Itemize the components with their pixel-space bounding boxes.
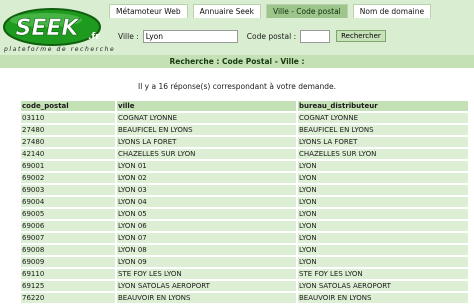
cell-ville: STE FOY LES LYON xyxy=(115,269,296,279)
logo-suffix: .fr xyxy=(88,32,100,42)
table-row: 69002 LYON 02 LYON xyxy=(21,173,468,183)
cell-code-postal: 69002 xyxy=(21,173,115,183)
logo-tagline: plateforme de recherche xyxy=(4,46,116,53)
table-row: 69003 LYON 03 LYON xyxy=(21,185,468,195)
page-subtitle: Recherche : Code Postal - Ville : xyxy=(0,55,474,68)
tab-nom-de-domaine[interactable]: Nom de domaine xyxy=(352,4,432,18)
cell-ville: LYON 01 xyxy=(115,161,296,171)
cell-bureau-distributeur: LYON xyxy=(296,197,468,207)
table-row: 69110 STE FOY LES LYON STE FOY LES LYON xyxy=(21,269,468,279)
table-row: 42140 CHAZELLES SUR LYON CHAZELLES SUR LYO… xyxy=(21,149,468,159)
cell-bureau-distributeur: LYON SATOLAS AEROPORT xyxy=(296,281,468,291)
cell-code-postal: 42140 xyxy=(21,149,115,159)
cell-bureau-distributeur: LYON xyxy=(296,221,468,231)
cell-bureau-distributeur: COGNAT LYONNE xyxy=(296,113,468,123)
table-row: 69007 LYON 07 LYON xyxy=(21,233,468,243)
search-form: Ville : Code postal : Rechercher xyxy=(118,29,386,43)
cell-bureau-distributeur: LYON xyxy=(296,185,468,195)
cell-bureau-distributeur: LYON xyxy=(296,209,468,219)
cell-ville: LYON 05 xyxy=(115,209,296,219)
result-count: Il y a 16 réponse(s) correspondant à vot… xyxy=(137,82,336,91)
table-row: 69001 LYON 01 LYON xyxy=(21,161,468,171)
zip-label: Code postal : xyxy=(246,31,297,41)
cell-ville: LYON 08 xyxy=(115,245,296,255)
tab-bar: Métamoteur Web Annuaire Seek Ville - Code … xyxy=(109,4,436,18)
cell-ville: BEAUVOIR EN LYONS xyxy=(115,293,296,303)
cell-bureau-distributeur: LYON xyxy=(296,245,468,255)
cell-code-postal: 27480 xyxy=(21,125,115,135)
cell-ville: LYON 04 xyxy=(115,197,296,207)
cell-code-postal: 69007 xyxy=(21,233,115,243)
city-input[interactable] xyxy=(142,29,238,43)
cell-code-postal: 76220 xyxy=(21,293,115,303)
tab-annuaire-seek[interactable]: Annuaire Seek xyxy=(192,4,261,18)
results-table: code_postal ville bureau_distributeur 03… xyxy=(21,99,468,305)
header: SEEK .fr plateforme de recherche Métamot… xyxy=(0,0,474,63)
tab-ville-code-postal[interactable]: Ville - Code postal xyxy=(265,4,348,18)
column-header-ville: ville xyxy=(115,101,296,111)
cell-code-postal: 03110 xyxy=(21,113,115,123)
cell-code-postal: 69003 xyxy=(21,185,115,195)
cell-ville: COGNAT LYONNE xyxy=(115,113,296,123)
cell-code-postal: 69009 xyxy=(21,257,115,267)
cell-bureau-distributeur: CHAZELLES SUR LYON xyxy=(296,149,468,159)
cell-code-postal: 69125 xyxy=(21,281,115,291)
cell-ville: LYON 09 xyxy=(115,257,296,267)
cell-bureau-distributeur: LYONS LA FORET xyxy=(296,137,468,147)
table-row: 69005 LYON 05 LYON xyxy=(21,209,468,219)
cell-code-postal: 27480 xyxy=(21,137,115,147)
seek-logo[interactable]: SEEK .fr xyxy=(2,6,112,50)
table-row: 69006 LYON 06 LYON xyxy=(21,221,468,231)
table-header-row: code_postal ville bureau_distributeur xyxy=(21,101,468,111)
table-row: 27480 LYONS LA FORET LYONS LA FORET xyxy=(21,137,468,147)
cell-code-postal: 69008 xyxy=(21,245,115,255)
cell-bureau-distributeur: LYON xyxy=(296,173,468,183)
table-row: 69125 LYON SATOLAS AEROPORT LYON SATOLAS A… xyxy=(21,281,468,291)
table-row: 69009 LYON 09 LYON xyxy=(21,257,468,267)
cell-code-postal: 69110 xyxy=(21,269,115,279)
cell-ville: LYON 03 xyxy=(115,185,296,195)
table-row: 69008 LYON 08 LYON xyxy=(21,245,468,255)
cell-ville: LYON 02 xyxy=(115,173,296,183)
column-header-bureau-distributeur: bureau_distributeur xyxy=(296,101,468,111)
cell-ville: LYON SATOLAS AEROPORT xyxy=(115,281,296,291)
table-row: 27480 BEAUFICEL EN LYONS BEAUFICEL EN LYON… xyxy=(21,125,468,135)
cell-bureau-distributeur: BEAUFICEL EN LYONS xyxy=(296,125,468,135)
table-row: 03110 COGNAT LYONNE COGNAT LYONNE xyxy=(21,113,468,123)
cell-ville: LYON 07 xyxy=(115,233,296,243)
cell-code-postal: 69001 xyxy=(21,161,115,171)
search-button[interactable]: Rechercher xyxy=(336,30,386,42)
cell-code-postal: 69004 xyxy=(21,197,115,207)
cell-code-postal: 69005 xyxy=(21,209,115,219)
cell-bureau-distributeur: LYON xyxy=(296,257,468,267)
cell-bureau-distributeur: BEAUVOIR EN LYONS xyxy=(296,293,468,303)
results-body: 03110 COGNAT LYONNE COGNAT LYONNE 27480 BEAU… xyxy=(21,113,468,303)
cell-ville: CHAZELLES SUR LYON xyxy=(115,149,296,159)
logo-text: SEEK xyxy=(16,16,81,41)
cell-ville: BEAUFICEL EN LYONS xyxy=(115,125,296,135)
column-header-code-postal: code_postal xyxy=(21,101,115,111)
city-label: Ville : xyxy=(118,31,139,41)
cell-ville: LYONS LA FORET xyxy=(115,137,296,147)
cell-bureau-distributeur: LYON xyxy=(296,233,468,243)
cell-code-postal: 69006 xyxy=(21,221,115,231)
cell-bureau-distributeur: STE FOY LES LYON xyxy=(296,269,468,279)
cell-ville: LYON 06 xyxy=(115,221,296,231)
tab-metamoteur-web[interactable]: Métamoteur Web xyxy=(109,4,188,18)
table-row: 76220 BEAUVOIR EN LYONS BEAUVOIR EN LYONS xyxy=(21,293,468,303)
zip-input[interactable] xyxy=(300,29,331,43)
cell-bureau-distributeur: LYON xyxy=(296,161,468,171)
table-row: 69004 LYON 04 LYON xyxy=(21,197,468,207)
